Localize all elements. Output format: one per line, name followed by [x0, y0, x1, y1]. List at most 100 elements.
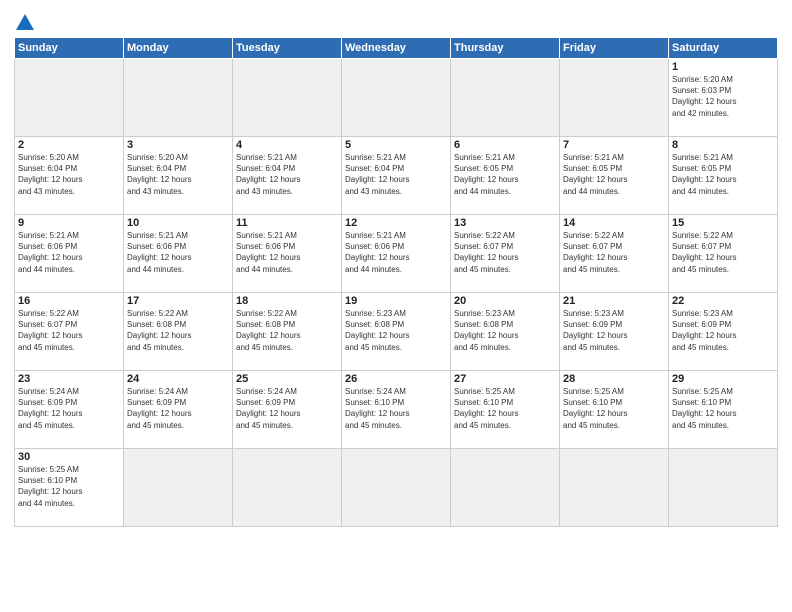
logo-text [14, 14, 34, 31]
calendar-cell [124, 449, 233, 527]
calendar-cell: 30Sunrise: 5:25 AM Sunset: 6:10 PM Dayli… [15, 449, 124, 527]
day-info: Sunrise: 5:21 AM Sunset: 6:06 PM Dayligh… [236, 230, 338, 275]
calendar: SundayMondayTuesdayWednesdayThursdayFrid… [14, 37, 778, 527]
calendar-cell [451, 59, 560, 137]
calendar-cell: 23Sunrise: 5:24 AM Sunset: 6:09 PM Dayli… [15, 371, 124, 449]
calendar-cell: 7Sunrise: 5:21 AM Sunset: 6:05 PM Daylig… [560, 137, 669, 215]
day-info: Sunrise: 5:22 AM Sunset: 6:07 PM Dayligh… [454, 230, 556, 275]
calendar-cell: 20Sunrise: 5:23 AM Sunset: 6:08 PM Dayli… [451, 293, 560, 371]
calendar-row: 9Sunrise: 5:21 AM Sunset: 6:06 PM Daylig… [15, 215, 778, 293]
day-number: 18 [236, 295, 338, 307]
day-info: Sunrise: 5:20 AM Sunset: 6:03 PM Dayligh… [672, 74, 774, 119]
calendar-row: 2 Sunrise: 5:20 AM Sunset: 6:04 PM Daylig… [15, 137, 778, 215]
calendar-row: 1Sunrise: 5:20 AM Sunset: 6:03 PM Daylig… [15, 59, 778, 137]
weekday-header-saturday: Saturday [669, 38, 778, 59]
day-info: Sunrise: 5:22 AM Sunset: 6:08 PM Dayligh… [236, 308, 338, 353]
day-number: 8 [672, 139, 774, 151]
day-info: Sunrise: 5:21 AM Sunset: 6:06 PM Dayligh… [127, 230, 229, 275]
weekday-header-thursday: Thursday [451, 38, 560, 59]
day-info: Sunrise: 5:24 AM Sunset: 6:09 PM Dayligh… [127, 386, 229, 431]
calendar-cell: 8Sunrise: 5:21 AM Sunset: 6:05 PM Daylig… [669, 137, 778, 215]
day-number: 24 [127, 373, 229, 385]
day-number: 22 [672, 295, 774, 307]
day-info: Sunrise: 5:21 AM Sunset: 6:05 PM Dayligh… [672, 152, 774, 197]
day-info: Sunrise: 5:23 AM Sunset: 6:09 PM Dayligh… [563, 308, 665, 353]
weekday-header-monday: Monday [124, 38, 233, 59]
day-info: Sunrise: 5:23 AM Sunset: 6:09 PM Dayligh… [672, 308, 774, 353]
day-info: Sunrise: 5:24 AM Sunset: 6:09 PM Dayligh… [18, 386, 120, 431]
day-number: 20 [454, 295, 556, 307]
day-number: 11 [236, 217, 338, 229]
page: SundayMondayTuesdayWednesdayThursdayFrid… [0, 0, 792, 612]
day-number: 30 [18, 451, 120, 463]
calendar-cell [560, 59, 669, 137]
day-number: 13 [454, 217, 556, 229]
calendar-cell [560, 449, 669, 527]
calendar-cell: 5Sunrise: 5:21 AM Sunset: 6:04 PM Daylig… [342, 137, 451, 215]
day-info: Sunrise: 5:23 AM Sunset: 6:08 PM Dayligh… [454, 308, 556, 353]
weekday-header-row: SundayMondayTuesdayWednesdayThursdayFrid… [15, 38, 778, 59]
day-info: Sunrise: 5:25 AM Sunset: 6:10 PM Dayligh… [18, 464, 120, 509]
calendar-cell: 28Sunrise: 5:25 AM Sunset: 6:10 PM Dayli… [560, 371, 669, 449]
day-info: Sunrise: 5:22 AM Sunset: 6:07 PM Dayligh… [672, 230, 774, 275]
calendar-row: 23Sunrise: 5:24 AM Sunset: 6:09 PM Dayli… [15, 371, 778, 449]
day-number: 25 [236, 373, 338, 385]
day-number: 1 [672, 61, 774, 73]
calendar-cell: 9Sunrise: 5:21 AM Sunset: 6:06 PM Daylig… [15, 215, 124, 293]
logo-triangle-icon [16, 14, 34, 30]
weekday-header-tuesday: Tuesday [233, 38, 342, 59]
calendar-cell: 2Sunrise: 5:20 AM Sunset: 6:04 PM Daylig… [15, 137, 124, 215]
calendar-cell: 13Sunrise: 5:22 AM Sunset: 6:07 PM Dayli… [451, 215, 560, 293]
day-info: Sunrise: 5:21 AM Sunset: 6:05 PM Dayligh… [454, 152, 556, 197]
calendar-cell: 19Sunrise: 5:23 AM Sunset: 6:08 PM Dayli… [342, 293, 451, 371]
day-info: Sunrise: 5:20 AM Sunset: 6:04 PM Dayligh… [127, 152, 229, 197]
day-number: 17 [127, 295, 229, 307]
calendar-cell: 24Sunrise: 5:24 AM Sunset: 6:09 PM Dayli… [124, 371, 233, 449]
calendar-cell: 11Sunrise: 5:21 AM Sunset: 6:06 PM Dayli… [233, 215, 342, 293]
calendar-cell: 3Sunrise: 5:20 AM Sunset: 6:04 PM Daylig… [124, 137, 233, 215]
day-number: 12 [345, 217, 447, 229]
day-info: Sunrise: 5:24 AM Sunset: 6:10 PM Dayligh… [345, 386, 447, 431]
logo-area [14, 14, 34, 31]
day-number: 9 [18, 217, 120, 229]
day-info: Sunrise: 5:21 AM Sunset: 6:06 PM Dayligh… [345, 230, 447, 275]
calendar-cell: 12Sunrise: 5:21 AM Sunset: 6:06 PM Dayli… [342, 215, 451, 293]
day-info: Sunrise: 5:21 AM Sunset: 6:05 PM Dayligh… [563, 152, 665, 197]
day-number: 16 [18, 295, 120, 307]
calendar-cell: 18Sunrise: 5:22 AM Sunset: 6:08 PM Dayli… [233, 293, 342, 371]
day-info: Sunrise: 5:21 AM Sunset: 6:04 PM Dayligh… [345, 152, 447, 197]
calendar-cell [15, 59, 124, 137]
day-number: 28 [563, 373, 665, 385]
calendar-cell [233, 449, 342, 527]
calendar-cell [342, 449, 451, 527]
calendar-row: 16Sunrise: 5:22 AM Sunset: 6:07 PM Dayli… [15, 293, 778, 371]
calendar-cell: 25Sunrise: 5:24 AM Sunset: 6:09 PM Dayli… [233, 371, 342, 449]
calendar-cell: 27Sunrise: 5:25 AM Sunset: 6:10 PM Dayli… [451, 371, 560, 449]
calendar-cell: 4Sunrise: 5:21 AM Sunset: 6:04 PM Daylig… [233, 137, 342, 215]
day-info: Sunrise: 5:24 AM Sunset: 6:09 PM Dayligh… [236, 386, 338, 431]
day-info: Sunrise: 5:25 AM Sunset: 6:10 PM Dayligh… [454, 386, 556, 431]
day-number: 7 [563, 139, 665, 151]
day-number: 2 [18, 139, 120, 151]
calendar-cell: 14Sunrise: 5:22 AM Sunset: 6:07 PM Dayli… [560, 215, 669, 293]
day-number: 29 [672, 373, 774, 385]
calendar-cell: 17Sunrise: 5:22 AM Sunset: 6:08 PM Dayli… [124, 293, 233, 371]
day-number: 21 [563, 295, 665, 307]
weekday-header-wednesday: Wednesday [342, 38, 451, 59]
calendar-cell: 21Sunrise: 5:23 AM Sunset: 6:09 PM Dayli… [560, 293, 669, 371]
day-number: 3 [127, 139, 229, 151]
calendar-cell: 26Sunrise: 5:24 AM Sunset: 6:10 PM Dayli… [342, 371, 451, 449]
day-info: Sunrise: 5:21 AM Sunset: 6:04 PM Dayligh… [236, 152, 338, 197]
day-number: 19 [345, 295, 447, 307]
day-number: 4 [236, 139, 338, 151]
calendar-cell: 22Sunrise: 5:23 AM Sunset: 6:09 PM Dayli… [669, 293, 778, 371]
day-info: Sunrise: 5:22 AM Sunset: 6:07 PM Dayligh… [18, 308, 120, 353]
weekday-header-sunday: Sunday [15, 38, 124, 59]
calendar-cell: 10Sunrise: 5:21 AM Sunset: 6:06 PM Dayli… [124, 215, 233, 293]
day-info: Sunrise: 5:22 AM Sunset: 6:08 PM Dayligh… [127, 308, 229, 353]
day-info: Sunrise: 5:21 AM Sunset: 6:06 PM Dayligh… [18, 230, 120, 275]
calendar-cell [124, 59, 233, 137]
calendar-cell [233, 59, 342, 137]
day-info: Sunrise: 5:22 AM Sunset: 6:07 PM Dayligh… [563, 230, 665, 275]
calendar-cell: 29Sunrise: 5:25 AM Sunset: 6:10 PM Dayli… [669, 371, 778, 449]
